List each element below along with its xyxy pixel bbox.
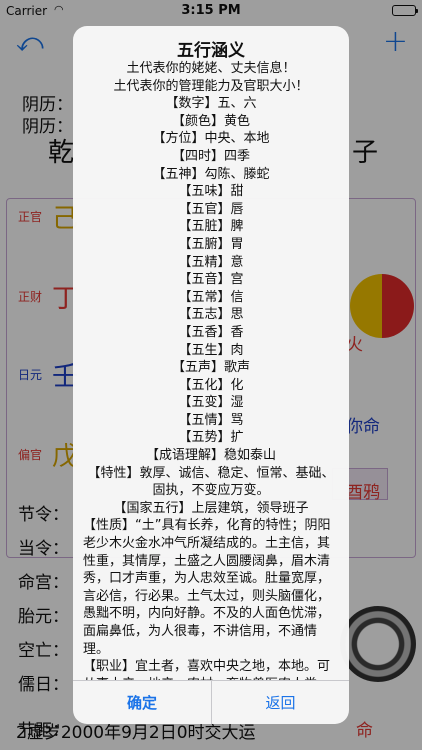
alert-paragraph-career: 【职业】宜土者，喜欢中央之地，本地。可从事土产、地产、农村、畜牧兽医农人类、布匹… — [83, 659, 331, 680]
alert-line: 【五志】思 — [178, 307, 244, 323]
alert-line: 【五脏】脾 — [178, 219, 244, 235]
alert-line: 【五常】信 — [178, 289, 244, 305]
alert-line: 【五精】意 — [178, 254, 244, 270]
wuxing-alert: 五行涵义 土代表你的姥姥、丈夫信息！ 土代表你的管理能力及官职大小！ 【数字】五… — [73, 26, 349, 724]
alert-line: 【国家五行】上层建筑，领导班子 — [113, 500, 309, 516]
alert-line: 【五生】肉 — [178, 342, 244, 358]
alert-button-bar: 确定 返回 — [73, 680, 349, 724]
confirm-button[interactable]: 确定 — [73, 681, 211, 724]
alert-line: 【五势】扩 — [178, 430, 244, 446]
alert-line: 【成语理解】稳如泰山 — [145, 448, 276, 464]
alert-line: 【五味】甜 — [178, 184, 244, 200]
alert-line: 【五官】唇 — [178, 201, 244, 217]
alert-title: 五行涵义 — [177, 41, 245, 61]
alert-line: 【颜色】黄色 — [171, 113, 250, 129]
alert-line: 【五化】化 — [178, 377, 244, 393]
alert-line: 【方位】中央、本地 — [152, 131, 270, 147]
alert-line: 【五音】宫 — [178, 272, 244, 288]
alert-message[interactable]: 土代表你的姥姥、丈夫信息！ 土代表你的管理能力及官职大小！ 【数字】五、六 【颜… — [83, 60, 339, 680]
alert-paragraph-nature: 【性质】“土”具有长养，化育的特性；阴阳老少木火金水冲气所凝结成的。土主信，其性… — [83, 518, 331, 657]
alert-line: 【五变】湿 — [178, 395, 244, 411]
alert-line: 【五香】香 — [178, 324, 244, 340]
alert-line: 土代表你的姥姥、丈夫信息！ — [126, 61, 296, 76]
alert-line: 土代表你的管理能力及官职大小！ — [113, 78, 309, 94]
alert-line: 【五腑】胃 — [178, 236, 244, 252]
return-button[interactable]: 返回 — [211, 681, 349, 724]
alert-line: 【四时】四季 — [171, 148, 250, 164]
alert-line: 【五情】骂 — [178, 412, 244, 428]
alert-line: 【五神】勾陈、滕蛇 — [152, 166, 270, 182]
alert-line: 【五声】歌声 — [171, 360, 250, 376]
alert-line: 【数字】五、六 — [165, 96, 257, 112]
alert-line: 【特性】敦厚、诚信、稳定、恒常、基础、固执，不变应万变。 — [87, 465, 335, 499]
